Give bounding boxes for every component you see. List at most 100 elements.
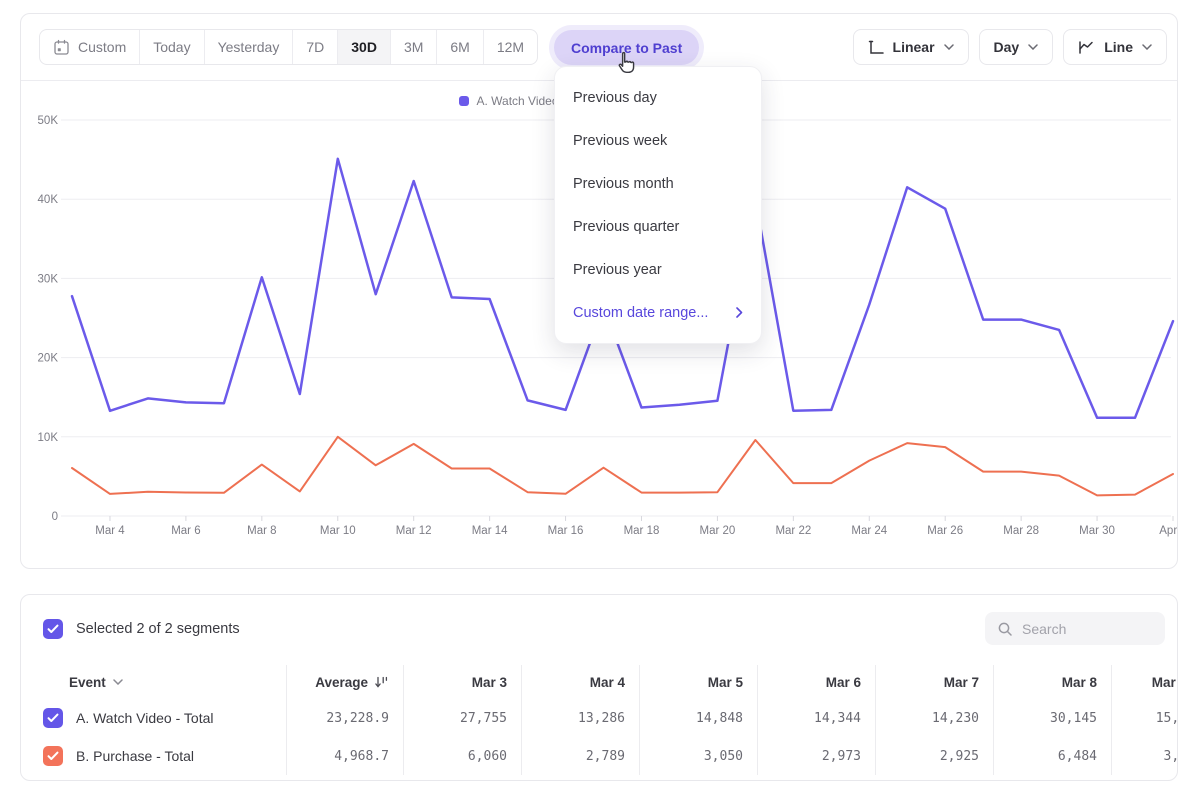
compare-to-past-button[interactable]: Compare to Past [554,30,699,65]
day-value: 6,484 [993,737,1111,775]
preset-6m[interactable]: 6M [437,30,483,64]
preset-3m[interactable]: 3M [391,30,437,64]
menu-item-previous-day[interactable]: Previous day [555,76,761,119]
day-value: 2,925 [875,737,993,775]
menu-item-previous-month[interactable]: Previous month [555,162,761,205]
day-column-header[interactable]: Mar 7 [875,665,993,699]
segments-header-bar: Selected 2 of 2 segments [21,595,1177,647]
segment-checkbox[interactable] [43,746,63,766]
x-axis-tick-label: Mar 16 [548,525,584,537]
chevron-down-icon [1142,44,1152,50]
y-axis-tick-label: 0 [52,511,58,523]
menu-item-label: Previous month [573,176,674,192]
day-column-header[interactable]: Mar 6 [757,665,875,699]
chevron-down-icon [944,44,954,50]
search-box[interactable] [985,612,1165,645]
menu-item-custom-date-range[interactable]: Custom date range... [555,291,761,334]
preset-today[interactable]: Today [140,30,204,64]
menu-item-label: Previous day [573,90,657,106]
select-all-checkbox[interactable] [43,619,63,639]
x-axis-tick-label: Mar 22 [775,525,811,537]
preset-label: 12M [497,39,524,55]
x-axis-tick-label: Mar 28 [1003,525,1039,537]
chevron-right-icon [736,307,743,318]
preset-label: 7D [306,39,324,55]
day-column-header[interactable]: Mar 4 [521,665,639,699]
y-axis-tick-label: 50K [38,115,59,127]
scale-label: Linear [893,39,935,55]
event-header-label: Event [69,675,106,690]
date-range-preset-group: Custom Today Yesterday 7D 30D 3M 6M 12M [39,29,538,65]
checkmark-icon [47,624,59,634]
chart-type-select-button[interactable]: Line [1063,29,1167,65]
average-header-label: Average [315,675,368,690]
preset-label: 3M [404,39,423,55]
selected-summary: Selected 2 of 2 segments [76,621,240,637]
event-column-header[interactable]: Event [21,665,286,699]
menu-item-label: Previous year [573,262,662,278]
line-chart-icon [1078,40,1095,55]
x-axis-tick-label: Mar 30 [1079,525,1115,537]
day-column-header[interactable]: Mar 3 [403,665,521,699]
x-axis-tick-label: Mar 26 [927,525,963,537]
x-axis-tick-label: Mar 20 [700,525,736,537]
interval-select-button[interactable]: Day [979,29,1054,65]
menu-item-previous-quarter[interactable]: Previous quarter [555,205,761,248]
x-axis-tick-label: Mar 18 [624,525,660,537]
day-column-header[interactable]: Mar 9 [1111,665,1178,699]
segment-name: B. Purchase - Total [76,748,194,764]
chart-type-label: Line [1104,39,1133,55]
chart-controls: Linear Day Line [853,29,1167,65]
calendar-icon [53,39,70,56]
menu-item-label: Custom date range... [573,305,708,321]
select-all-segments: Selected 2 of 2 segments [43,619,240,639]
x-axis-tick-label: Apr 1 [1159,525,1177,537]
x-axis-tick-label: Mar 14 [472,525,508,537]
day-value: 30,145 [993,699,1111,737]
average-column-header[interactable]: Average [286,665,403,699]
segment-row-label: A. Watch Video - Total [21,699,286,737]
day-value: 14,848 [639,699,757,737]
preset-label: Yesterday [218,39,280,55]
menu-item-previous-year[interactable]: Previous year [555,248,761,291]
menu-item-previous-week[interactable]: Previous week [555,119,761,162]
day-value: 2,973 [757,737,875,775]
compare-to-past-menu: Previous day Previous week Previous month P… [554,66,762,344]
x-axis-tick-label: Mar 6 [171,525,200,537]
day-value: 14,344 [757,699,875,737]
segments-card: Selected 2 of 2 segments Event Average Mar… [20,594,1178,781]
x-axis-tick-label: Mar 24 [851,525,887,537]
average-value: 23,228.9 [286,699,403,737]
day-column-header[interactable]: Mar 8 [993,665,1111,699]
chart-card: Custom Today Yesterday 7D 30D 3M 6M 12M Compare… [20,13,1178,569]
y-axis-tick-label: 10K [38,432,59,444]
preset-custom[interactable]: Custom [40,30,140,64]
preset-label: 30D [351,39,377,55]
day-value: 2,789 [521,737,639,775]
day-value: 3,050 [639,737,757,775]
x-axis-tick-label: Mar 10 [320,525,356,537]
scale-select-button[interactable]: Linear [853,29,969,65]
segments-table: EventAverageMar 3Mar 4Mar 5Mar 6Mar 7Mar… [21,665,1177,775]
y-axis-tick-label: 30K [38,273,59,285]
search-icon [997,621,1013,637]
x-axis-tick-label: Mar 4 [95,525,125,537]
preset-yesterday[interactable]: Yesterday [205,30,294,64]
segment-name: A. Watch Video - Total [76,710,213,726]
day-value: 3,1 [1111,737,1178,775]
preset-12m[interactable]: 12M [484,30,537,64]
segment-checkbox[interactable] [43,708,63,728]
day-value: 14,230 [875,699,993,737]
preset-7d[interactable]: 7D [293,30,338,64]
day-value: 27,755 [403,699,521,737]
interval-label: Day [994,39,1020,55]
preset-30d[interactable]: 30D [338,30,391,64]
search-input[interactable] [1022,621,1153,637]
y-axis-tick-label: 40K [38,194,59,206]
preset-label: 6M [450,39,469,55]
day-value: 15,4 [1111,699,1178,737]
day-column-header[interactable]: Mar 5 [639,665,757,699]
x-axis-tick-label: Mar 8 [247,525,276,537]
preset-label: Today [153,39,190,55]
series-line-b[interactable] [72,437,1173,496]
